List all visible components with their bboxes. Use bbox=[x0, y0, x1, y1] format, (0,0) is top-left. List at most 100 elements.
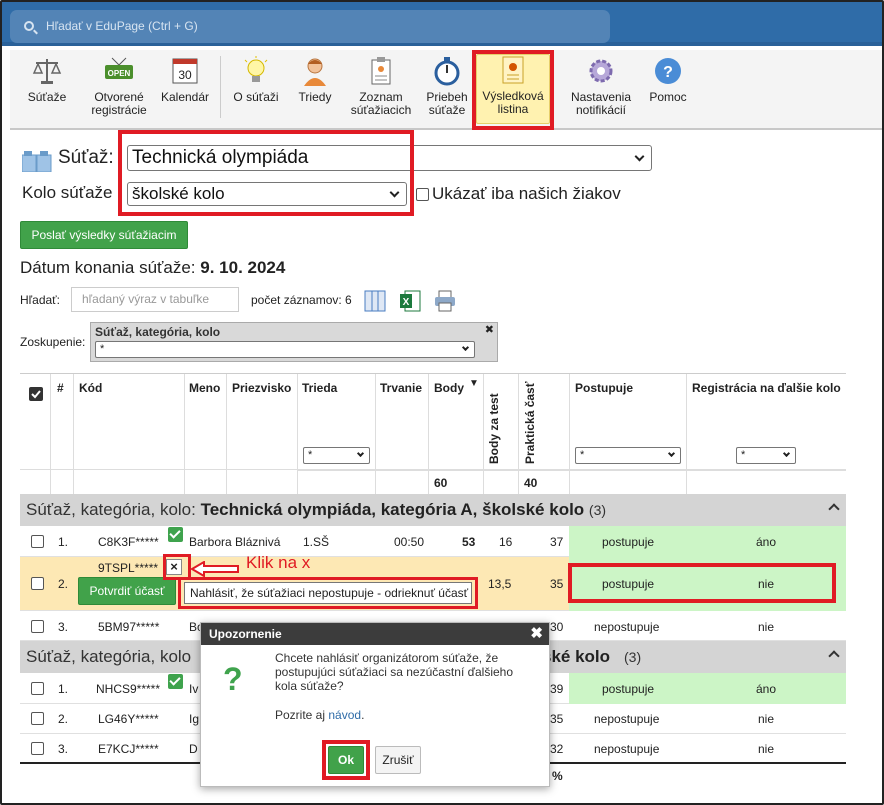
toolbar-item-kalendar[interactable]: 30 Kalendár bbox=[156, 56, 214, 104]
tooltip: Nahlásiť, že súťažiaci nepostupuje - odr… bbox=[184, 582, 472, 604]
row-advances: postupuje bbox=[602, 535, 655, 549]
toolbar-label: Otvorené registrácie bbox=[91, 90, 147, 117]
group-title: ské kolo bbox=[542, 647, 611, 666]
col-practical[interactable]: Praktická časť bbox=[523, 382, 537, 464]
help-link[interactable]: návod bbox=[328, 708, 361, 722]
row-name: Ig bbox=[189, 712, 200, 726]
toolbar-item-priebeh-sutaze[interactable]: Priebeh súťaže bbox=[420, 56, 474, 117]
class-filter-select[interactable]: * bbox=[303, 447, 370, 464]
table-search-input[interactable]: hľadaný výraz v tabuľke bbox=[71, 287, 239, 312]
toolbar-item-pomoc[interactable]: ? Pomoc bbox=[644, 56, 692, 104]
row-advances: postupuje bbox=[602, 577, 655, 591]
competition-icon bbox=[21, 150, 52, 173]
cancel-button[interactable]: Zrušiť bbox=[375, 746, 421, 774]
certificate-icon bbox=[498, 55, 528, 85]
row-code: LG46Y***** bbox=[98, 712, 159, 726]
ok-button[interactable]: Ok bbox=[328, 746, 364, 774]
grouping-close-icon[interactable]: ✖ bbox=[485, 323, 494, 336]
toolbar-item-otvorene-registracie[interactable]: OPEN Otvorené registrácie bbox=[84, 56, 154, 117]
row-name: D bbox=[189, 742, 198, 756]
toolbar-separator bbox=[220, 56, 221, 118]
row-practical: 35 bbox=[550, 712, 564, 726]
row-checkbox[interactable] bbox=[31, 742, 44, 755]
row-registration: nie bbox=[758, 712, 775, 726]
group-prefix: Súťaž, kategória, kolo bbox=[26, 647, 192, 666]
row-checkbox[interactable] bbox=[31, 712, 44, 725]
decline-x-button[interactable]: × bbox=[166, 559, 182, 575]
print-icon[interactable] bbox=[434, 290, 456, 312]
round-label: Kolo súťaže bbox=[22, 183, 113, 202]
advances-filter-select[interactable]: * bbox=[575, 447, 681, 464]
col-duration[interactable]: Trvanie bbox=[380, 381, 422, 395]
toolbar-item-triedy[interactable]: Triedy bbox=[292, 56, 338, 104]
chevron-up-icon[interactable] bbox=[828, 650, 840, 662]
toolbar-item-vysledkova-listina[interactable]: Výsledková listina bbox=[476, 54, 550, 124]
toolbar-label: Pomoc bbox=[649, 90, 687, 104]
row-advances: nepostupuje bbox=[594, 712, 660, 726]
col-registration[interactable]: Registrácia na ďalšie kolo bbox=[692, 381, 841, 395]
global-search-placeholder: Hľadať v EduPage (Ctrl + G) bbox=[46, 19, 198, 33]
confirm-participation-button[interactable]: Potvrdiť účasť bbox=[78, 577, 176, 605]
row-practical: 35 bbox=[550, 577, 564, 591]
dialog-close-icon[interactable]: ✖ bbox=[530, 623, 543, 645]
row-checkbox[interactable] bbox=[31, 682, 44, 695]
col-advances[interactable]: Postupuje bbox=[575, 381, 633, 395]
row-registration: nie bbox=[758, 577, 775, 591]
date-value: 9. 10. 2024 bbox=[200, 258, 286, 277]
toolbar-item-nastavenia-notifikacii[interactable]: Nastavenia notifikácií bbox=[566, 56, 636, 117]
columns-icon[interactable] bbox=[364, 290, 386, 312]
filter-value: * bbox=[580, 449, 585, 461]
round-select[interactable]: školské kolo bbox=[127, 182, 407, 206]
calendar-day: 30 bbox=[178, 68, 192, 82]
col-test-points[interactable]: Body za test bbox=[487, 393, 501, 464]
col-surname[interactable]: Priezvisko bbox=[232, 381, 291, 395]
footer-percent: % bbox=[552, 769, 563, 783]
sort-desc-icon: ▼ bbox=[469, 378, 479, 389]
help-glyph: ? bbox=[663, 64, 673, 81]
clipboard-icon bbox=[366, 56, 396, 86]
group-header-1[interactable]: Súťaž, kategória, kolo: Technická olympi… bbox=[20, 494, 846, 526]
only-ours-checkbox[interactable] bbox=[416, 188, 429, 201]
registration-filter-select[interactable]: * bbox=[736, 447, 796, 464]
group-count: (3) bbox=[624, 649, 642, 665]
round-select-value: školské kolo bbox=[132, 184, 225, 203]
row-checkbox[interactable] bbox=[31, 535, 44, 548]
col-num[interactable]: # bbox=[57, 381, 64, 395]
toolbar-label: O súťaži bbox=[233, 90, 279, 104]
col-code[interactable]: Kód bbox=[79, 381, 102, 395]
row-checkbox[interactable] bbox=[31, 577, 44, 590]
col-name[interactable]: Meno bbox=[189, 381, 220, 395]
toolbar-label: Priebeh súťaže bbox=[426, 90, 468, 117]
record-count: počet záznamov: 6 bbox=[251, 293, 352, 307]
chevron-down-icon bbox=[356, 449, 365, 458]
arrow-left-icon bbox=[190, 560, 240, 578]
toolbar-item-sutaze[interactable]: Súťaže bbox=[22, 56, 72, 104]
help-icon: ? bbox=[653, 56, 683, 86]
row-num: 1. bbox=[58, 535, 69, 549]
chevron-down-icon bbox=[389, 187, 400, 198]
toolbar-item-o-sutazi[interactable]: O súťaži bbox=[230, 56, 282, 104]
row-registration: nie bbox=[758, 742, 775, 756]
row-test: 13,5 bbox=[488, 577, 512, 591]
check-icon bbox=[168, 527, 183, 542]
toolbar-label: Kalendár bbox=[160, 90, 210, 104]
select-all-checkbox[interactable] bbox=[29, 387, 43, 401]
global-search-input[interactable]: Hľadať v EduPage (Ctrl + G) bbox=[10, 10, 610, 43]
competition-select[interactable]: Technická olympiáda bbox=[127, 145, 652, 171]
row-num: 2. bbox=[58, 712, 69, 726]
toolbar-item-zoznam-sutaziacich[interactable]: Zoznam súťažiacich bbox=[346, 56, 416, 117]
search-icon bbox=[24, 21, 34, 31]
row-advances: postupuje bbox=[602, 682, 655, 696]
toolbar-label: Výsledková listina bbox=[482, 89, 544, 116]
chevron-down-icon bbox=[782, 449, 791, 458]
open-sign-icon: OPEN bbox=[104, 56, 134, 86]
row-checkbox[interactable] bbox=[31, 620, 44, 633]
send-results-button[interactable]: Poslať výsledky súťažiacim bbox=[20, 221, 188, 249]
grouping-select[interactable]: * bbox=[95, 341, 475, 358]
group-title: Technická olympiáda, kategória A, školsk… bbox=[200, 500, 585, 519]
chevron-up-icon[interactable] bbox=[828, 503, 840, 515]
col-class[interactable]: Trieda bbox=[302, 381, 337, 395]
main-toolbar: Súťaže OPEN Otvorené registrácie 30 Kale… bbox=[10, 50, 882, 130]
col-points[interactable]: Body bbox=[434, 381, 464, 395]
excel-export-icon[interactable]: X bbox=[399, 290, 421, 312]
